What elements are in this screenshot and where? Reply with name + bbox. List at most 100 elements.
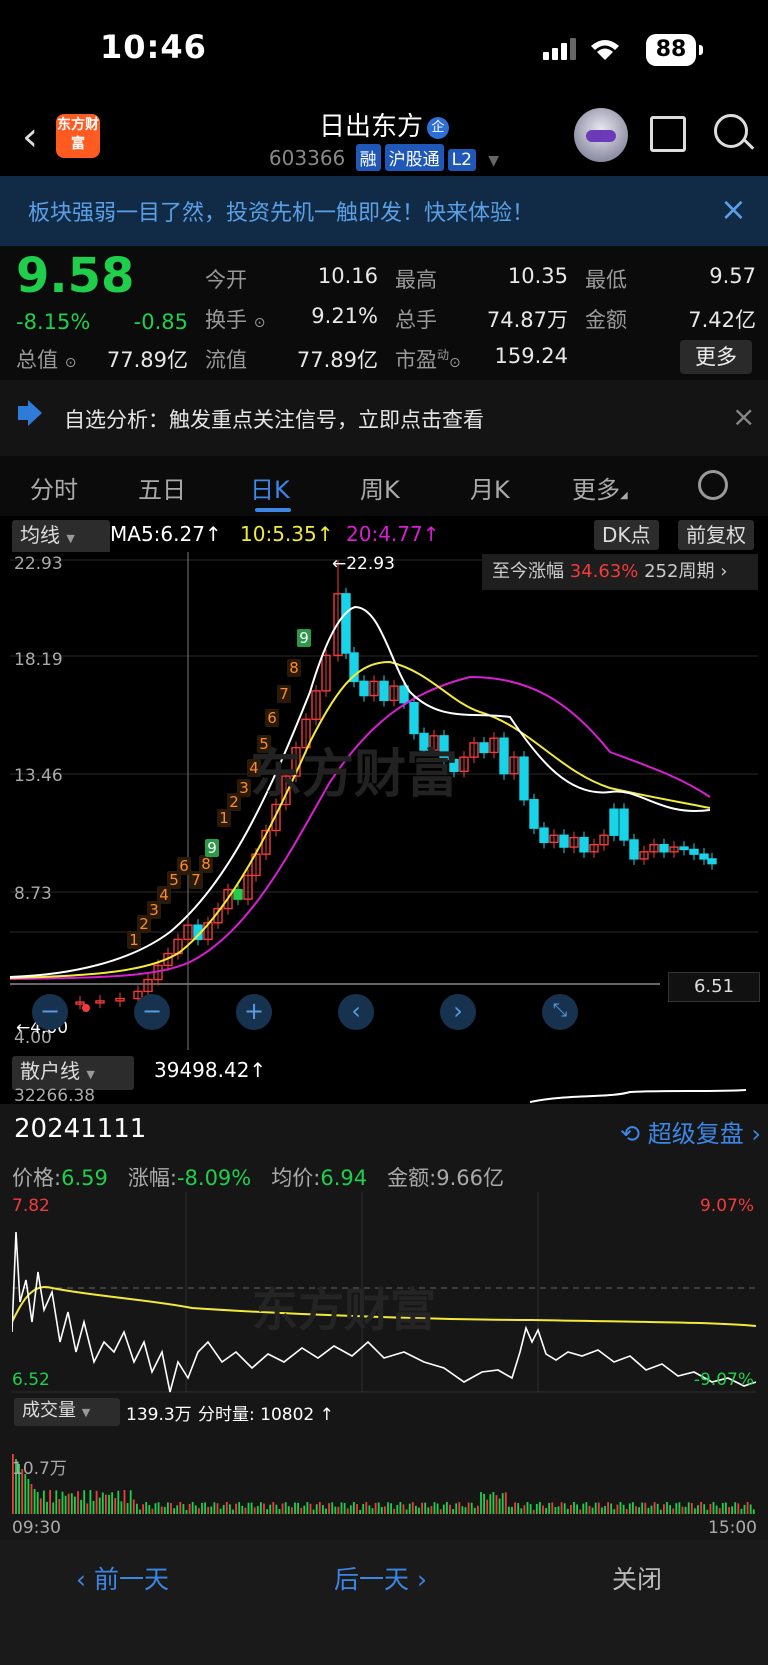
volume-selector[interactable]: 成交量 ▼ bbox=[14, 1398, 120, 1426]
replay-bottom-bar: ‹ 前一天 后一天 › 关闭 bbox=[0, 1540, 768, 1665]
volume-bar bbox=[120, 1501, 123, 1514]
status-time: 10:46 bbox=[100, 28, 207, 66]
volume-bar bbox=[666, 1502, 668, 1514]
volume-bar bbox=[312, 1509, 315, 1514]
volume-bar bbox=[700, 1502, 702, 1514]
stat-value-volume: 74.87万 bbox=[486, 308, 568, 332]
dk-point-button[interactable]: DK点 bbox=[594, 520, 659, 550]
volume-bar bbox=[198, 1508, 200, 1514]
volume-bar bbox=[703, 1504, 706, 1514]
intraday-info: 价格:6.59 涨幅:-8.09% 均价:6.94 金额:9.66亿 bbox=[12, 1166, 504, 1190]
close-icon[interactable]: × bbox=[720, 190, 747, 228]
next-day-button[interactable]: 后一天 › bbox=[334, 1560, 427, 1596]
kline-chart[interactable]: 123456789123456789 22.93 18.19 13.46 8.7… bbox=[10, 552, 760, 1050]
more-button[interactable]: 更多 bbox=[680, 340, 752, 374]
zoom-out-icon[interactable]: − bbox=[134, 994, 170, 1030]
intraday-chart[interactable]: 7.82 9.07% 6.52 -9.07% 东方财富 成交量 ▼ 139.3万… bbox=[11, 1192, 757, 1426]
volume-bar bbox=[734, 1502, 737, 1514]
retail-selector[interactable]: 散户线 ▼ bbox=[12, 1056, 134, 1090]
volume-bar bbox=[455, 1503, 458, 1514]
volume-bar bbox=[594, 1502, 597, 1514]
volume-bar bbox=[554, 1507, 557, 1514]
tab-daily-k[interactable]: 日K bbox=[250, 470, 290, 505]
volume-bar bbox=[334, 1506, 337, 1514]
volume-bar bbox=[439, 1509, 442, 1514]
volume-bar bbox=[638, 1507, 640, 1514]
quote-panel: 9.58 -8.15% -0.85 今开 10.16 最高 10.35 最低 9… bbox=[0, 246, 768, 380]
volume-bar bbox=[712, 1502, 715, 1514]
volume-bar bbox=[678, 1502, 681, 1514]
volume-bar bbox=[616, 1504, 619, 1514]
tab-five-day[interactable]: 五日 bbox=[138, 470, 186, 505]
stat-label-float-cap: 流值 bbox=[205, 348, 247, 372]
zoom-in-icon[interactable]: + bbox=[236, 994, 272, 1030]
volume-bar bbox=[67, 1493, 70, 1514]
intraday-top-price: 7.82 bbox=[12, 1196, 50, 1216]
volume-bar bbox=[194, 1505, 197, 1514]
volume-bar bbox=[92, 1500, 95, 1514]
volume-bar bbox=[408, 1503, 411, 1514]
promo-banner[interactable]: 板块强弱一目了然，投资先机一触即发！快来体验！ × bbox=[0, 176, 768, 246]
volume-bar bbox=[613, 1509, 616, 1514]
tab-more[interactable]: 更多◢ bbox=[572, 470, 628, 505]
close-icon[interactable]: × bbox=[732, 400, 755, 433]
volume-bar bbox=[77, 1491, 79, 1514]
volume-bar bbox=[253, 1507, 256, 1514]
close-button[interactable]: 关闭 bbox=[612, 1560, 662, 1596]
adjust-button[interactable]: 前复权 bbox=[678, 520, 754, 550]
info-icon[interactable]: ⊙ bbox=[65, 355, 77, 371]
tab-weekly-k[interactable]: 周K bbox=[360, 470, 400, 505]
volume-bar bbox=[322, 1505, 324, 1514]
time-start-label: 09:30 bbox=[12, 1518, 61, 1538]
scroll-right-icon[interactable]: › bbox=[440, 994, 476, 1030]
ma20-line bbox=[10, 675, 711, 980]
retail-indicator: 散户线 ▼ 39498.42↑ 32266.38 bbox=[0, 1050, 768, 1112]
volume-bar bbox=[318, 1502, 321, 1514]
ma-legend: 均线 ▼ MA5:6.27↑ 10:5.35↑ 20:4.77↑ DK点 前复权 bbox=[0, 518, 768, 554]
volume-bar bbox=[746, 1502, 749, 1514]
volume-bar bbox=[101, 1492, 104, 1514]
stock-header: ‹ 东方财富 日出东方企 603366 融沪股通 L2 ▼ bbox=[0, 100, 768, 176]
gear-icon[interactable] bbox=[698, 470, 728, 500]
indicator-selector[interactable]: 均线 ▼ bbox=[12, 520, 110, 554]
zoom-out-icon[interactable]: − bbox=[32, 994, 68, 1030]
volume-bar bbox=[576, 1504, 578, 1514]
info-icon[interactable]: ⊙ bbox=[449, 355, 461, 371]
fullscreen-icon[interactable]: ⤡ bbox=[542, 994, 578, 1030]
volume-bar bbox=[359, 1509, 361, 1514]
volume-bar bbox=[718, 1508, 721, 1514]
super-replay-link[interactable]: ⟲ 超级复盘 › bbox=[620, 1114, 761, 1149]
td-label: 7 bbox=[191, 871, 201, 889]
tab-monthly-k[interactable]: 月K bbox=[470, 470, 510, 505]
volume-bar bbox=[105, 1494, 107, 1514]
share-icon[interactable] bbox=[650, 116, 686, 152]
volume-bar bbox=[207, 1506, 210, 1514]
volume-bar bbox=[331, 1502, 334, 1514]
dropdown-caret-icon: ▼ bbox=[488, 153, 500, 169]
volume-bar bbox=[163, 1506, 166, 1514]
td-label: 1 bbox=[129, 931, 139, 949]
volume-bar bbox=[256, 1506, 259, 1514]
robot-assistant-icon[interactable] bbox=[574, 108, 628, 162]
search-icon[interactable] bbox=[714, 114, 748, 148]
tab-intraday[interactable]: 分时 bbox=[30, 470, 78, 505]
candle-body bbox=[499, 737, 509, 775]
volume-bar bbox=[300, 1507, 303, 1514]
info-icon[interactable]: ⊙ bbox=[254, 315, 266, 331]
volume-bar bbox=[281, 1503, 284, 1514]
signal-notice[interactable]: 自选分析：触发重点关注信号，立即点击查看 × bbox=[0, 380, 768, 456]
gain-summary[interactable]: 至今涨幅 34.63% 252周期 › bbox=[482, 554, 758, 590]
intraday-bottom-pct: -9.07% bbox=[693, 1370, 754, 1390]
volume-bar bbox=[24, 1474, 27, 1514]
volume-bar bbox=[517, 1503, 520, 1514]
volume-bar bbox=[743, 1504, 746, 1514]
volume-bar bbox=[306, 1502, 309, 1514]
stat-value-pe: 159.24 bbox=[494, 344, 568, 368]
prev-day-button[interactable]: ‹ 前一天 bbox=[76, 1560, 169, 1596]
stat-value-high: 10.35 bbox=[507, 264, 568, 288]
candle-body bbox=[689, 848, 699, 855]
volume-bar bbox=[687, 1502, 690, 1514]
volume-bar bbox=[213, 1502, 216, 1514]
scroll-left-icon[interactable]: ‹ bbox=[338, 994, 374, 1030]
volume-bar bbox=[492, 1492, 495, 1514]
